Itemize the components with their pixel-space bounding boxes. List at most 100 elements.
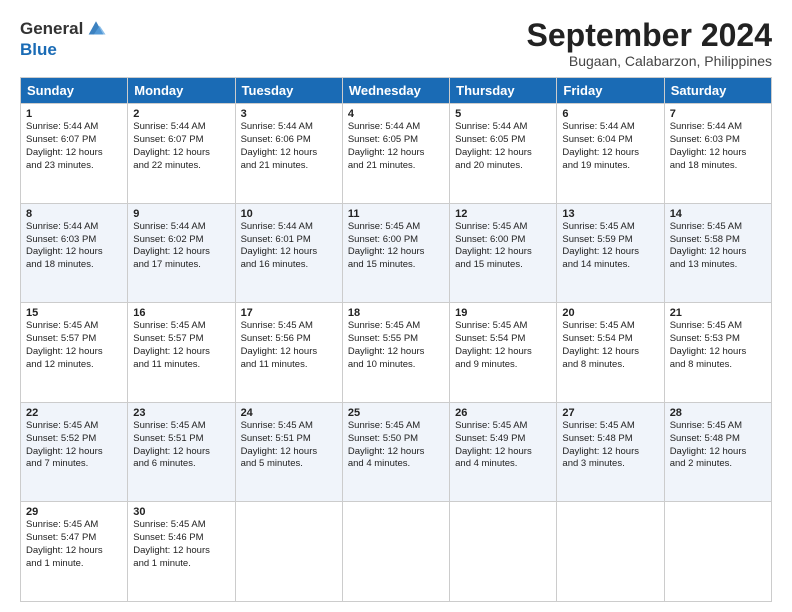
calendar-cell: 18Sunrise: 5:45 AMSunset: 5:55 PMDayligh… <box>342 303 449 403</box>
calendar-cell: 11Sunrise: 5:45 AMSunset: 6:00 PMDayligh… <box>342 203 449 303</box>
day-info-line: Daylight: 12 hours <box>26 446 122 459</box>
day-info-line: Daylight: 12 hours <box>455 147 551 160</box>
calendar-cell: 24Sunrise: 5:45 AMSunset: 5:51 PMDayligh… <box>235 402 342 502</box>
calendar-cell <box>557 502 664 602</box>
day-info-line: Sunset: 6:06 PM <box>241 134 337 147</box>
day-number: 11 <box>348 208 444 220</box>
day-info-line: Sunrise: 5:44 AM <box>133 221 229 234</box>
month-title: September 2024 <box>527 18 772 53</box>
header-tuesday: Tuesday <box>235 78 342 104</box>
calendar-cell: 5Sunrise: 5:44 AMSunset: 6:05 PMDaylight… <box>450 104 557 204</box>
header-sunday: Sunday <box>21 78 128 104</box>
calendar-cell: 30Sunrise: 5:45 AMSunset: 5:46 PMDayligh… <box>128 502 235 602</box>
day-info-line: and 11 minutes. <box>241 359 337 372</box>
day-info-line: Sunrise: 5:45 AM <box>670 221 766 234</box>
title-block: September 2024 Bugaan, Calabarzon, Phili… <box>527 18 772 69</box>
day-info-line: Sunrise: 5:45 AM <box>133 320 229 333</box>
day-info-line: Sunrise: 5:44 AM <box>562 121 658 134</box>
day-info-line: Sunset: 5:56 PM <box>241 333 337 346</box>
day-info-line: Daylight: 12 hours <box>133 246 229 259</box>
day-info-line: and 17 minutes. <box>133 259 229 272</box>
calendar-cell: 10Sunrise: 5:44 AMSunset: 6:01 PMDayligh… <box>235 203 342 303</box>
day-info-line: Sunrise: 5:45 AM <box>455 420 551 433</box>
day-info-line: Sunrise: 5:44 AM <box>670 121 766 134</box>
calendar-cell <box>664 502 771 602</box>
calendar-week-row: 29Sunrise: 5:45 AMSunset: 5:47 PMDayligh… <box>21 502 772 602</box>
day-number: 2 <box>133 108 229 120</box>
calendar-body: 1Sunrise: 5:44 AMSunset: 6:07 PMDaylight… <box>21 104 772 602</box>
day-info-line: and 4 minutes. <box>348 458 444 471</box>
day-info-line: Daylight: 12 hours <box>562 446 658 459</box>
day-info-line: and 12 minutes. <box>26 359 122 372</box>
day-info-line: Sunset: 6:01 PM <box>241 234 337 247</box>
day-info-line: Sunset: 6:03 PM <box>26 234 122 247</box>
day-info-line: and 21 minutes. <box>241 160 337 173</box>
day-info-line: Sunset: 6:00 PM <box>455 234 551 247</box>
day-info-line: and 1 minute. <box>133 558 229 571</box>
calendar-cell: 1Sunrise: 5:44 AMSunset: 6:07 PMDaylight… <box>21 104 128 204</box>
day-number: 7 <box>670 108 766 120</box>
day-info-line: Daylight: 12 hours <box>348 446 444 459</box>
day-info-line: and 4 minutes. <box>455 458 551 471</box>
day-info-line: Sunset: 6:05 PM <box>455 134 551 147</box>
day-info-line: Sunset: 5:50 PM <box>348 433 444 446</box>
day-info-line: Daylight: 12 hours <box>241 346 337 359</box>
day-number: 25 <box>348 407 444 419</box>
calendar-cell: 15Sunrise: 5:45 AMSunset: 5:57 PMDayligh… <box>21 303 128 403</box>
header-monday: Monday <box>128 78 235 104</box>
day-info-line: Daylight: 12 hours <box>133 446 229 459</box>
logo: General Blue <box>20 18 107 60</box>
day-info-line: Daylight: 12 hours <box>348 147 444 160</box>
calendar-cell: 16Sunrise: 5:45 AMSunset: 5:57 PMDayligh… <box>128 303 235 403</box>
day-info-line: Daylight: 12 hours <box>26 346 122 359</box>
day-info-line: Sunset: 5:49 PM <box>455 433 551 446</box>
day-info-line: Sunset: 5:52 PM <box>26 433 122 446</box>
header-saturday: Saturday <box>664 78 771 104</box>
location: Bugaan, Calabarzon, Philippines <box>527 53 772 69</box>
day-info-line: and 7 minutes. <box>26 458 122 471</box>
day-info-line: and 1 minute. <box>26 558 122 571</box>
day-info-line: Daylight: 12 hours <box>670 147 766 160</box>
day-info-line: Daylight: 12 hours <box>455 346 551 359</box>
day-info-line: Sunrise: 5:45 AM <box>348 420 444 433</box>
day-info-line: Sunrise: 5:45 AM <box>26 320 122 333</box>
header-wednesday: Wednesday <box>342 78 449 104</box>
calendar-cell: 29Sunrise: 5:45 AMSunset: 5:47 PMDayligh… <box>21 502 128 602</box>
day-info-line: Sunrise: 5:45 AM <box>562 420 658 433</box>
day-info-line: Sunset: 5:48 PM <box>562 433 658 446</box>
day-info-line: Daylight: 12 hours <box>241 446 337 459</box>
day-number: 26 <box>455 407 551 419</box>
day-info-line: Sunset: 5:53 PM <box>670 333 766 346</box>
day-info-line: Daylight: 12 hours <box>241 246 337 259</box>
day-info-line: and 18 minutes. <box>26 259 122 272</box>
day-info-line: Sunset: 5:55 PM <box>348 333 444 346</box>
day-info-line: Sunrise: 5:44 AM <box>241 121 337 134</box>
day-info-line: Sunrise: 5:44 AM <box>455 121 551 134</box>
logo-blue: Blue <box>20 40 57 59</box>
day-info-line: Daylight: 12 hours <box>670 446 766 459</box>
day-info-line: Sunrise: 5:45 AM <box>241 320 337 333</box>
calendar-week-row: 15Sunrise: 5:45 AMSunset: 5:57 PMDayligh… <box>21 303 772 403</box>
calendar-cell: 19Sunrise: 5:45 AMSunset: 5:54 PMDayligh… <box>450 303 557 403</box>
day-info-line: and 9 minutes. <box>455 359 551 372</box>
day-info-line: Sunrise: 5:44 AM <box>133 121 229 134</box>
day-info-line: Daylight: 12 hours <box>348 246 444 259</box>
day-info-line: Sunset: 5:51 PM <box>133 433 229 446</box>
calendar-cell: 13Sunrise: 5:45 AMSunset: 5:59 PMDayligh… <box>557 203 664 303</box>
day-number: 30 <box>133 506 229 518</box>
day-info-line: Sunrise: 5:44 AM <box>26 121 122 134</box>
calendar-cell: 3Sunrise: 5:44 AMSunset: 6:06 PMDaylight… <box>235 104 342 204</box>
calendar-cell <box>342 502 449 602</box>
calendar-cell: 26Sunrise: 5:45 AMSunset: 5:49 PMDayligh… <box>450 402 557 502</box>
day-info-line: Daylight: 12 hours <box>133 147 229 160</box>
day-info-line: and 23 minutes. <box>26 160 122 173</box>
day-number: 9 <box>133 208 229 220</box>
day-number: 12 <box>455 208 551 220</box>
calendar-cell: 28Sunrise: 5:45 AMSunset: 5:48 PMDayligh… <box>664 402 771 502</box>
day-number: 28 <box>670 407 766 419</box>
day-info-line: Daylight: 12 hours <box>133 545 229 558</box>
day-info-line: Sunset: 6:03 PM <box>670 134 766 147</box>
calendar-cell: 9Sunrise: 5:44 AMSunset: 6:02 PMDaylight… <box>128 203 235 303</box>
day-info-line: Daylight: 12 hours <box>562 246 658 259</box>
calendar-cell: 20Sunrise: 5:45 AMSunset: 5:54 PMDayligh… <box>557 303 664 403</box>
